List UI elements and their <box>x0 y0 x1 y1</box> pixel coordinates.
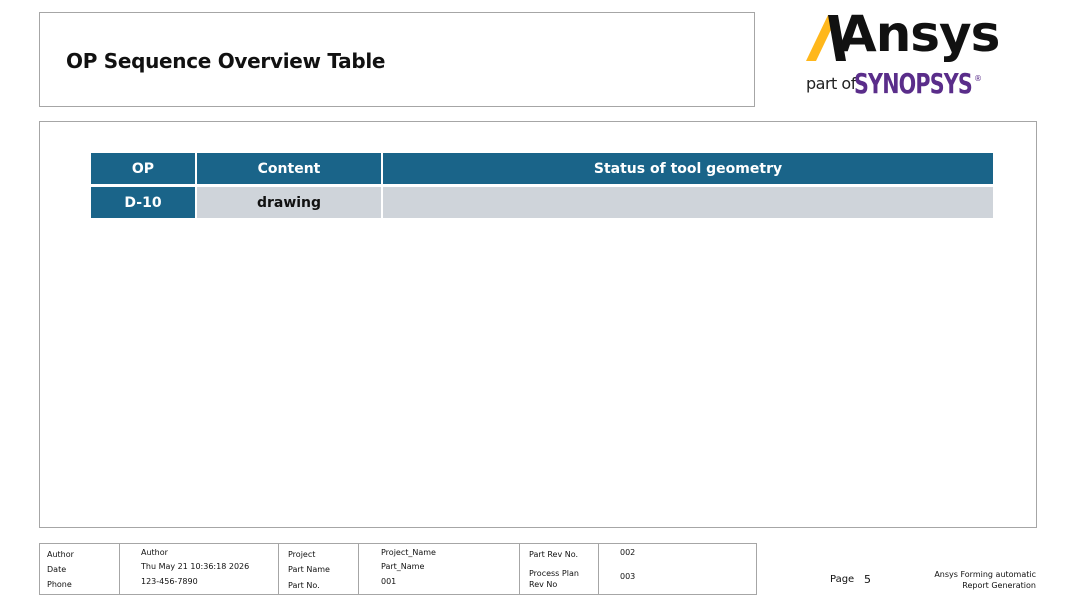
ansys-synopsys-logo: Ansys part of SYNOPSYS ® <box>804 5 1000 106</box>
process-plan-value: 003 <box>620 572 636 581</box>
project-label: Project <box>288 550 316 559</box>
logo-registered-mark: ® <box>974 74 982 83</box>
cell-status <box>383 187 993 218</box>
title-box: OP Sequence Overview Table <box>39 12 755 107</box>
brand-note-line-2: Report Generation <box>962 581 1036 590</box>
op-sequence-table: OP Content Status of tool geometry D-10 … <box>89 150 995 221</box>
phone-value: 123-456-7890 <box>141 577 198 586</box>
content-area: OP Content Status of tool geometry D-10 … <box>39 121 1037 528</box>
part-name-label: Part Name <box>288 565 330 574</box>
author-label: Author <box>47 550 74 559</box>
footer-divider <box>358 544 359 594</box>
date-label: Date <box>47 565 67 574</box>
process-plan-label: Process Plan <box>529 569 579 578</box>
footer-divider <box>119 544 120 594</box>
page-title: OP Sequence Overview Table <box>66 49 386 73</box>
process-plan-rev-label: Rev No <box>529 580 558 589</box>
column-header-status: Status of tool geometry <box>383 153 993 184</box>
table-row: D-10 drawing <box>91 187 993 218</box>
column-header-op: OP <box>91 153 195 184</box>
phone-label: Phone <box>47 580 72 589</box>
cell-op: D-10 <box>91 187 195 218</box>
table-header-row: OP Content Status of tool geometry <box>91 153 993 184</box>
project-value: Project_Name <box>381 548 436 557</box>
cell-content: drawing <box>197 187 381 218</box>
footer-divider <box>519 544 520 594</box>
brand-note-line-1: Ansys Forming automatic <box>934 570 1036 579</box>
part-name-value: Part_Name <box>381 562 425 571</box>
part-rev-label: Part Rev No. <box>529 550 579 559</box>
logo-part-of: part of <box>806 74 856 93</box>
author-value: Author <box>141 548 168 557</box>
part-no-label: Part No. <box>288 581 320 590</box>
logo-ansys-text: Ansys <box>838 5 1000 63</box>
footer-divider <box>598 544 599 594</box>
part-no-value: 001 <box>381 577 397 586</box>
column-header-content: Content <box>197 153 381 184</box>
report-brand-note: Ansys Forming automatic Report Generatio… <box>934 569 1036 591</box>
footer-divider <box>278 544 279 594</box>
footer-info-table: Author Date Phone Author Thu May 21 10:3… <box>39 543 757 595</box>
date-value: Thu May 21 10:36:18 2026 <box>141 562 250 571</box>
page-number: 5 <box>864 573 871 586</box>
logo-synopsys: SYNOPSYS <box>854 67 973 100</box>
page-label: Page <box>830 574 855 585</box>
part-rev-value: 002 <box>620 548 636 557</box>
